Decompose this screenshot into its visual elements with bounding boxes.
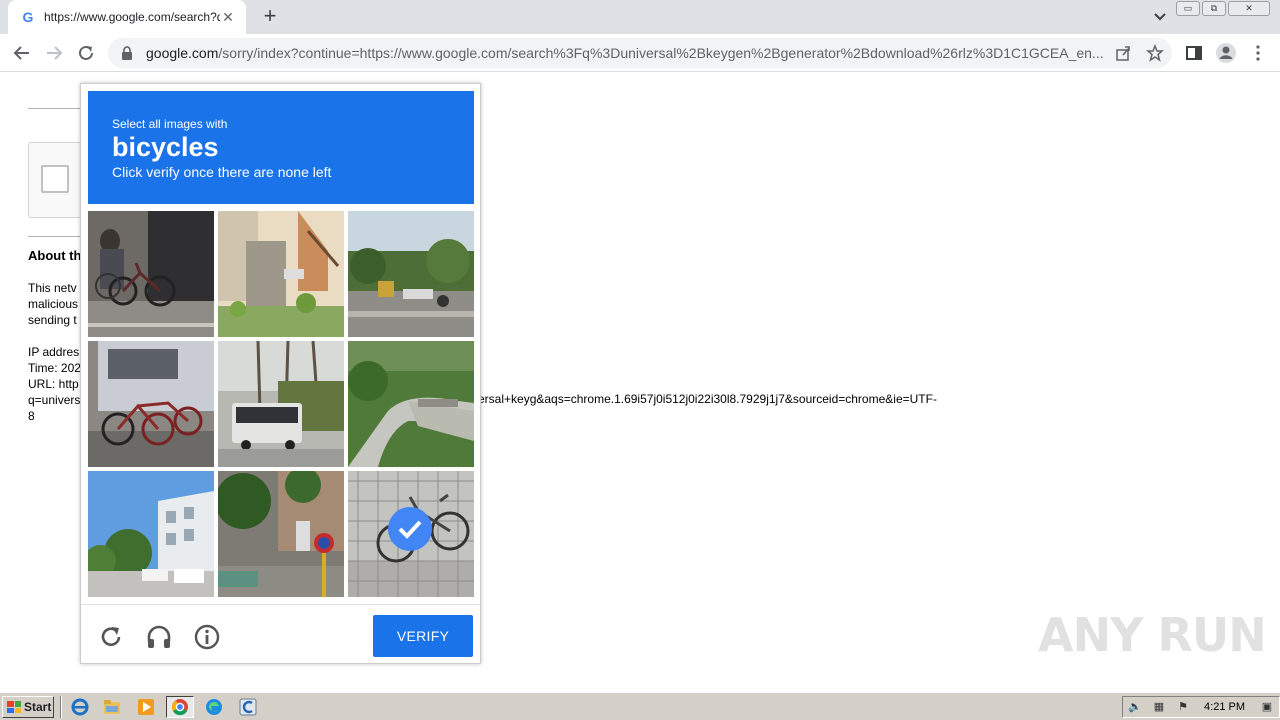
side-panel-icon[interactable]	[1182, 41, 1206, 65]
url-query-tail: ersal+keyg&aqs=chrome.1.69i57j0i512j0i22…	[478, 392, 937, 406]
menu-kebab-icon[interactable]	[1246, 41, 1270, 65]
captcha-tile-9[interactable]	[348, 471, 474, 597]
chrome-icon[interactable]	[166, 696, 194, 718]
lock-icon[interactable]	[120, 46, 134, 60]
browser-tab[interactable]: G https://www.google.com/search?q= ✕	[8, 0, 246, 34]
time-line: Time: 202	[28, 361, 81, 375]
about-paragraph: This netv malicious sending t	[28, 280, 78, 328]
captcha-tile-7[interactable]	[88, 471, 214, 597]
action-center-flag-icon[interactable]: ⚑	[1175, 700, 1191, 716]
url-path: /sorry/index?continue=https://www.google…	[218, 45, 1104, 61]
captcha-tile-4[interactable]	[88, 341, 214, 467]
details-paragraph: IP addres Time: 202 URL: http q=univers …	[28, 344, 81, 424]
url-host: google.com	[146, 45, 219, 61]
about-heading: About th	[28, 248, 82, 263]
windows-taskbar: Start 🔈 ▦ ⚑ 4:21 PM ▣	[0, 692, 1280, 720]
audio-icon[interactable]	[145, 623, 173, 651]
ccleaner-icon[interactable]	[234, 696, 262, 718]
ie-icon[interactable]	[66, 696, 94, 718]
captcha-instruction: Select all images with	[112, 117, 228, 131]
profile-avatar[interactable]	[1214, 41, 1238, 65]
restore-button[interactable]: ⧉	[1202, 1, 1226, 16]
minimize-button[interactable]: ▭	[1176, 1, 1200, 16]
edge-icon[interactable]	[200, 696, 228, 718]
captcha-footer: VERIFY	[81, 604, 480, 663]
share-icon[interactable]	[1114, 44, 1132, 62]
tab-search-chevron-icon[interactable]	[1150, 8, 1170, 26]
text-line: malicious	[28, 297, 79, 311]
divider	[28, 236, 88, 237]
captcha-tile-5[interactable]	[218, 341, 344, 467]
captcha-header: Select all images with bicycles Click ve…	[88, 91, 474, 204]
captcha-tile-6[interactable]	[348, 341, 474, 467]
text-line: This netv	[28, 281, 77, 295]
info-icon[interactable]	[193, 623, 221, 651]
tab-strip: G https://www.google.com/search?q= ✕ + ▭…	[0, 0, 1280, 34]
captcha-subtext: Click verify once there are none left	[112, 164, 332, 180]
anyrun-watermark: ANY RUN	[1038, 608, 1267, 662]
new-tab-button[interactable]: +	[258, 4, 282, 28]
captcha-image-grid	[88, 211, 474, 597]
reload-icon[interactable]	[97, 623, 125, 651]
start-label: Start	[24, 700, 52, 714]
back-icon[interactable]	[10, 41, 34, 65]
url-text: google.com/sorry/index?continue=https://…	[146, 45, 1111, 61]
show-desktop-icon[interactable]: ▣	[1259, 700, 1275, 716]
image-captcha-dialog: Select all images with bicycles Click ve…	[80, 83, 481, 664]
window-controls: ▭ ⧉ ✕	[1176, 1, 1270, 16]
url-line: URL: http	[28, 377, 79, 391]
divider	[28, 108, 88, 109]
captcha-target-object: bicycles	[112, 132, 219, 162]
windows-logo-icon	[7, 701, 21, 713]
bookmark-star-icon[interactable]	[1146, 44, 1164, 62]
google-favicon-icon: G	[22, 9, 34, 25]
system-tray: 🔈 ▦ ⚑ 4:21 PM ▣	[1122, 696, 1280, 718]
captcha-tile-1[interactable]	[88, 211, 214, 337]
tab-close-icon[interactable]: ✕	[220, 9, 236, 26]
captcha-tile-8[interactable]	[218, 471, 344, 597]
forward-icon[interactable]	[42, 41, 66, 65]
media-player-icon[interactable]	[132, 696, 160, 718]
network-icon[interactable]: ▦	[1151, 700, 1167, 716]
tab-title: https://www.google.com/search?q=	[44, 10, 220, 24]
captcha-tile-2[interactable]	[218, 211, 344, 337]
selected-check-icon	[388, 507, 432, 551]
recaptcha-checkbox[interactable]	[41, 165, 69, 193]
url-end-line: 8	[28, 409, 35, 423]
text-line: sending t	[28, 313, 77, 327]
verify-button[interactable]: VERIFY	[373, 615, 473, 657]
close-window-button[interactable]: ✕	[1228, 1, 1270, 16]
reload-page-icon[interactable]	[74, 41, 98, 65]
volume-icon[interactable]: 🔈	[1127, 700, 1143, 716]
address-bar[interactable]: google.com/sorry/index?continue=https://…	[108, 38, 1172, 68]
ip-line: IP addres	[28, 345, 80, 359]
start-button[interactable]: Start	[2, 696, 54, 718]
browser-toolbar: google.com/sorry/index?continue=https://…	[0, 34, 1280, 72]
taskbar-separator	[60, 696, 62, 718]
url-query-line: q=univers	[28, 393, 81, 407]
explorer-icon[interactable]	[98, 696, 126, 718]
captcha-tile-3[interactable]	[348, 211, 474, 337]
system-clock[interactable]: 4:21 PM	[1204, 701, 1245, 713]
